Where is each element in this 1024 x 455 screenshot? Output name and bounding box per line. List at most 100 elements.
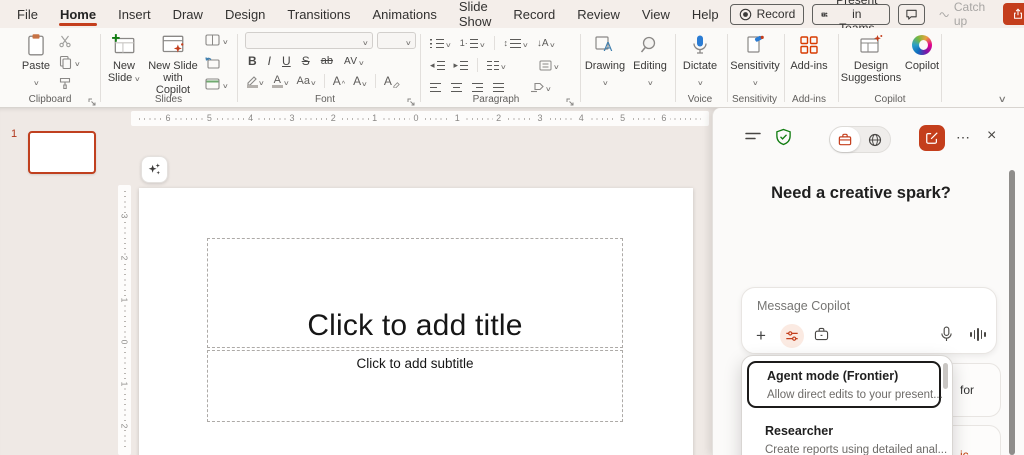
justify-button[interactable] xyxy=(493,83,504,92)
subtitle-placeholder[interactable]: Click to add subtitle xyxy=(207,350,623,422)
horizontal-ruler[interactable]: 6543210123456 xyxy=(131,111,709,126)
copy-button[interactable] xyxy=(58,55,80,69)
slide-layout-button[interactable] xyxy=(205,33,228,47)
work-mode-toggle[interactable] xyxy=(830,127,860,152)
clear-formatting-button[interactable]: A xyxy=(384,74,400,88)
researcher-option[interactable]: Researcher Create reports using detailed… xyxy=(747,416,941,455)
editing-label: Editing xyxy=(633,60,667,72)
strikethrough-button[interactable]: S xyxy=(302,54,310,68)
menu-item[interactable]: Review xyxy=(566,0,631,28)
new-chat-button[interactable] xyxy=(919,125,945,151)
work-grounding-icon[interactable] xyxy=(814,327,829,346)
change-case-button[interactable]: Aa xyxy=(297,75,316,88)
ruler-number: 4 xyxy=(575,113,587,124)
menu-item[interactable]: Help xyxy=(681,0,730,28)
menu-item[interactable]: Animations xyxy=(362,0,448,28)
share-button[interactable]: Share xyxy=(1003,3,1024,25)
decrease-indent-icon xyxy=(437,61,445,70)
font-size-select[interactable] xyxy=(377,32,416,49)
align-text-button[interactable] xyxy=(539,57,559,73)
menu-item[interactable]: Record xyxy=(502,0,566,28)
section-button[interactable] xyxy=(205,77,228,91)
web-mode-toggle[interactable] xyxy=(860,127,890,152)
copilot-heading: Need a creative spark? xyxy=(713,184,1009,203)
menu-item[interactable]: File xyxy=(6,0,49,28)
design-suggestions-button[interactable]: DesignSuggestions xyxy=(843,32,899,84)
bullets-button[interactable] xyxy=(430,35,451,51)
titlebar-actions: Record T Present in Teams Catch up Share xyxy=(730,0,1024,28)
dialog-launcher-icon[interactable] xyxy=(88,94,98,104)
agent-picker-button[interactable] xyxy=(780,324,804,348)
strikethrough-ab-button[interactable]: ab xyxy=(321,55,333,67)
collapse-ribbon-icon[interactable] xyxy=(999,90,1006,106)
more-options-icon[interactable]: ⋯ xyxy=(956,129,971,146)
font-color-button[interactable]: A xyxy=(272,75,289,88)
paste-button[interactable]: Paste xyxy=(16,32,56,89)
slide-canvas[interactable]: Click to add title Click to add subtitle xyxy=(139,188,693,455)
menu-item[interactable]: Draw xyxy=(162,0,214,28)
text-highlight-button[interactable] xyxy=(246,75,264,88)
bullets-icon xyxy=(430,39,432,48)
ruler-number: 1 xyxy=(369,113,381,124)
underline-button[interactable]: U xyxy=(282,54,291,68)
designer-sparkle-button[interactable] xyxy=(141,156,168,183)
menu-item[interactable]: Slide Show xyxy=(448,0,503,28)
align-right-button[interactable] xyxy=(472,83,483,92)
dialog-launcher-icon[interactable] xyxy=(566,94,576,104)
character-spacing-button[interactable]: AV xyxy=(344,55,363,68)
dialog-launcher-icon[interactable] xyxy=(407,94,417,104)
new-slide-button[interactable]: NewSlide xyxy=(105,32,143,84)
addins-button[interactable]: Add-ins xyxy=(788,32,830,72)
line-spacing-button[interactable]: ↕ xyxy=(504,35,528,51)
ruler-number: 5 xyxy=(203,113,215,124)
grow-font-button[interactable]: A^ xyxy=(333,74,345,88)
message-copilot-input[interactable]: Message Copilot + xyxy=(741,287,997,354)
font-name-select[interactable] xyxy=(245,32,373,49)
italic-button[interactable]: I xyxy=(268,54,271,68)
menu-item[interactable]: Transitions xyxy=(276,0,361,28)
record-button[interactable]: Record xyxy=(730,4,805,25)
align-center-button[interactable] xyxy=(451,83,462,92)
menu-tabs: FileHomeInsertDrawDesignTransitionsAnima… xyxy=(0,0,730,28)
vertical-ruler[interactable]: 321012 xyxy=(118,185,131,455)
menu-item[interactable]: Design xyxy=(214,0,276,28)
bold-button[interactable]: B xyxy=(248,54,257,68)
text-direction-button[interactable]: ↓A xyxy=(537,35,555,51)
sensitivity-label: Sensitivity xyxy=(730,60,780,72)
columns-button[interactable] xyxy=(487,57,506,73)
slide-thumbnail[interactable] xyxy=(28,131,96,174)
decrease-indent-button[interactable]: ◂ xyxy=(430,61,445,70)
add-attachment-icon[interactable]: + xyxy=(756,327,766,344)
drawing-button[interactable]: A Drawing xyxy=(584,32,626,89)
menu-item[interactable]: Home xyxy=(49,0,107,28)
microphone-icon[interactable] xyxy=(940,326,953,347)
editing-button[interactable]: Editing xyxy=(630,32,670,89)
panel-scrollbar[interactable] xyxy=(1009,170,1015,455)
present-in-teams-button[interactable]: T Present in Teams xyxy=(812,4,889,25)
catch-up-button[interactable]: Catch up xyxy=(933,0,995,28)
agent-mode-option[interactable]: Agent mode (Frontier) Allow direct edits… xyxy=(747,361,941,408)
voice-waveform-icon[interactable] xyxy=(970,328,986,341)
copilot-button[interactable]: Copilot xyxy=(902,32,942,72)
comments-button[interactable] xyxy=(898,4,925,25)
layout-icon xyxy=(205,34,220,46)
dropdown-scrollbar[interactable] xyxy=(943,363,948,389)
new-slide-with-copilot-button[interactable]: New Slidewith Copilot xyxy=(145,32,201,96)
menu-item[interactable]: View xyxy=(631,0,681,28)
increase-indent-button[interactable]: ▸ xyxy=(454,61,469,70)
menu-item[interactable]: Insert xyxy=(107,0,162,28)
dictate-button[interactable]: Dictate xyxy=(680,32,720,89)
close-icon[interactable]: × xyxy=(987,127,996,145)
align-left-button[interactable] xyxy=(430,83,441,92)
cut-button[interactable] xyxy=(58,34,80,48)
numbering-button[interactable]: 1· xyxy=(460,35,485,51)
format-painter-button[interactable] xyxy=(58,76,80,90)
title-placeholder[interactable]: Click to add title xyxy=(207,238,623,348)
reset-slide-button[interactable] xyxy=(205,55,228,69)
sensitivity-button[interactable]: Sensitivity xyxy=(731,32,779,89)
shield-check-icon[interactable] xyxy=(775,128,792,151)
chat-history-icon[interactable] xyxy=(745,130,761,148)
convert-to-smartart-button[interactable] xyxy=(530,79,551,95)
shrink-font-button[interactable]: A xyxy=(353,74,367,88)
copilot-panel: ⋯ × Need a creative spark? for ic Messag… xyxy=(712,108,1024,455)
